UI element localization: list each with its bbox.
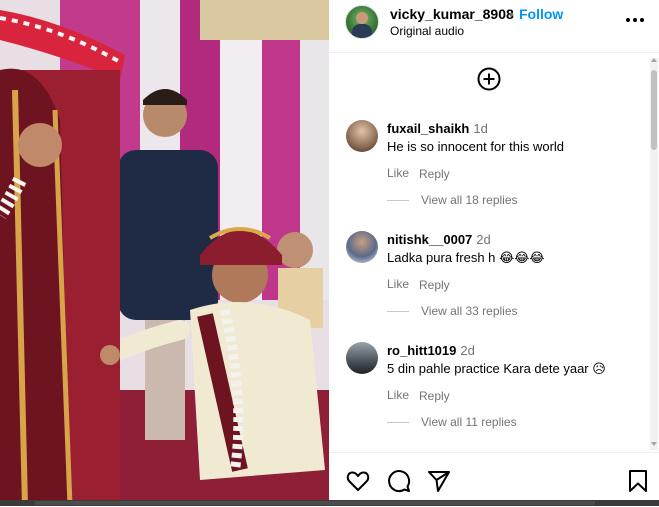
- paper-plane-icon[interactable]: [426, 468, 452, 494]
- reply-button[interactable]: Reply: [419, 389, 450, 403]
- like-comment-button[interactable]: Like: [387, 166, 409, 180]
- commenter-username[interactable]: ro_hitt1019: [387, 343, 456, 358]
- follow-button[interactable]: Follow: [519, 6, 563, 22]
- author-username[interactable]: vicky_kumar_8908: [390, 6, 514, 22]
- comment-time: 1d: [473, 121, 488, 136]
- more-horizontal-icon[interactable]: [625, 12, 645, 28]
- commenter-avatar[interactable]: [346, 342, 378, 374]
- comment-time: 2d: [476, 232, 491, 247]
- view-replies-button[interactable]: View all 18 replies: [421, 193, 518, 207]
- video-player[interactable]: [0, 0, 329, 506]
- like-comment-button[interactable]: Like: [387, 277, 409, 291]
- view-replies-button[interactable]: View all 11 replies: [421, 415, 517, 429]
- author-avatar[interactable]: [345, 5, 379, 39]
- like-comment-button[interactable]: Like: [387, 388, 409, 402]
- scroll-thumb[interactable]: [651, 70, 657, 150]
- comment-time: 2d: [460, 343, 475, 358]
- scroll-down-arrow-icon[interactable]: [651, 442, 657, 446]
- commenter-username[interactable]: nitishk__0007: [387, 232, 472, 247]
- plus-circle-icon[interactable]: [477, 67, 501, 91]
- commenter-avatar[interactable]: [346, 120, 378, 152]
- replies-divider: [387, 422, 409, 423]
- comments-scrollbar[interactable]: [650, 58, 658, 450]
- post-panel: vicky_kumar_8908 • Follow Original audio…: [329, 0, 659, 506]
- replies-divider: [387, 200, 409, 201]
- window-bottom-bar: [0, 500, 659, 506]
- replies-divider: [387, 311, 409, 312]
- bookmark-icon[interactable]: [625, 468, 651, 494]
- scroll-up-arrow-icon[interactable]: [651, 58, 657, 62]
- heart-icon[interactable]: [345, 468, 371, 494]
- wedding-video-frame: [0, 0, 329, 506]
- comment-text: 5 din pahle practice Kara dete yaar 😥: [387, 361, 606, 376]
- comment-bubble-icon[interactable]: [386, 468, 412, 494]
- separator-dot: •: [509, 6, 514, 22]
- audio-label[interactable]: Original audio: [390, 24, 464, 38]
- post-action-bar: [329, 452, 659, 507]
- reply-button[interactable]: Reply: [419, 278, 450, 292]
- commenter-avatar[interactable]: [346, 231, 378, 263]
- comment-text: Ladka pura fresh h 😂😂😂: [387, 250, 545, 265]
- commenter-username[interactable]: fuxail_shaikh: [387, 121, 469, 136]
- post-header: vicky_kumar_8908 • Follow Original audio: [329, 0, 659, 53]
- horizontal-scroll-track[interactable]: [35, 501, 595, 505]
- comment-text: He is so innocent for this world: [387, 139, 565, 154]
- view-replies-button[interactable]: View all 33 replies: [421, 304, 518, 318]
- reply-button[interactable]: Reply: [419, 167, 450, 181]
